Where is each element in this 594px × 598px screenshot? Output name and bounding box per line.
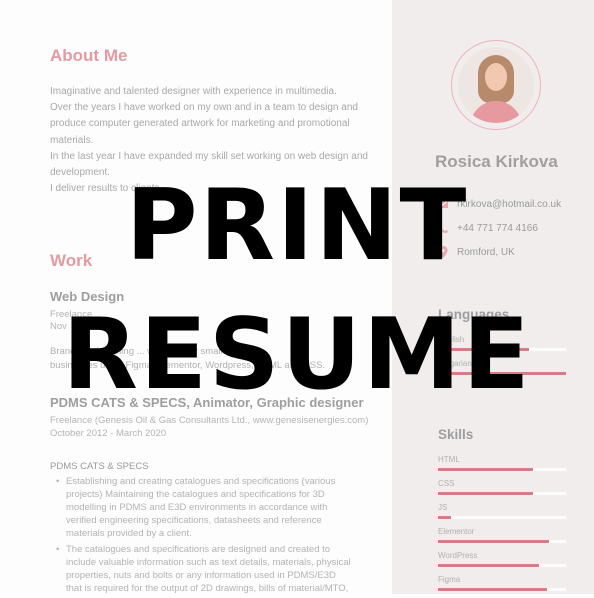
avatar-body: [470, 101, 522, 123]
about-line: Over the years I have worked on my own a…: [50, 102, 358, 114]
skill-bar-fill: [438, 516, 451, 519]
skill-bar-track: [438, 516, 566, 519]
bullet-line: include valuable information such as tex…: [66, 557, 351, 568]
skill-label: HTML: [438, 455, 460, 464]
bullet-line: The catalogues and specifications are de…: [66, 544, 331, 555]
skill-label: JS: [438, 503, 448, 512]
skill-bar-track: [438, 564, 566, 567]
overlay-print-text: PRINT: [125, 169, 469, 283]
skills-title: Skills: [438, 427, 474, 442]
skill-bar-fill: [438, 564, 539, 567]
bullet-line: properties, nuts and bolts or any inform…: [66, 570, 336, 581]
bullet-line: projects) Maintaining the catalogues and…: [66, 489, 325, 500]
skill-label: Figma: [438, 575, 461, 584]
job-dates: October 2012 - March 2020: [50, 428, 167, 439]
avatar-face: [485, 63, 507, 91]
about-line: materials.: [50, 134, 94, 146]
skill-label: Elementor: [438, 527, 475, 536]
about-line: In the last year I have expanded my skil…: [50, 150, 368, 162]
avatar: [458, 47, 534, 123]
bullets-heading: PDMS CATS & SPECS: [50, 461, 149, 472]
bullet-line: materials provided by a client.: [66, 528, 192, 539]
skill-bar-fill: [438, 588, 547, 591]
skill-bar-track: [438, 492, 566, 495]
skill-bar-track: [438, 588, 566, 591]
about-title: About Me: [50, 46, 128, 65]
about-line: produce computer generated artwork for m…: [50, 118, 350, 130]
bullet-line: that is required for the output of 2D dr…: [66, 583, 349, 594]
skill-bar-track: [438, 468, 566, 471]
bullet-line: verified engineering specifications, dat…: [66, 515, 322, 526]
bullet-line: Establishing and creating catalogues and…: [66, 476, 336, 487]
overlay-resume-text: RESUME: [62, 298, 532, 412]
skill-bar-fill: [438, 492, 533, 495]
bullet-item: Establishing and creating catalogues and…: [56, 475, 376, 540]
bullet-list: Establishing and creating catalogues and…: [56, 475, 376, 598]
skill-bar-fill: [438, 540, 549, 543]
bullet-line: modelling in PDMS and E3D environments i…: [66, 502, 328, 513]
bullet-item: The catalogues and specifications are de…: [56, 543, 376, 595]
skill-bar-fill: [438, 468, 533, 471]
job-company: Freelance (Genesis Oil & Gas Consultants…: [50, 415, 369, 426]
resume-page: About Me Imaginative and talented design…: [0, 0, 594, 594]
about-line: Imaginative and talented designer with e…: [50, 86, 337, 97]
skill-label: CSS: [438, 479, 455, 488]
skill-bar-track: [438, 540, 566, 543]
skill-label: WordPress: [438, 551, 478, 560]
